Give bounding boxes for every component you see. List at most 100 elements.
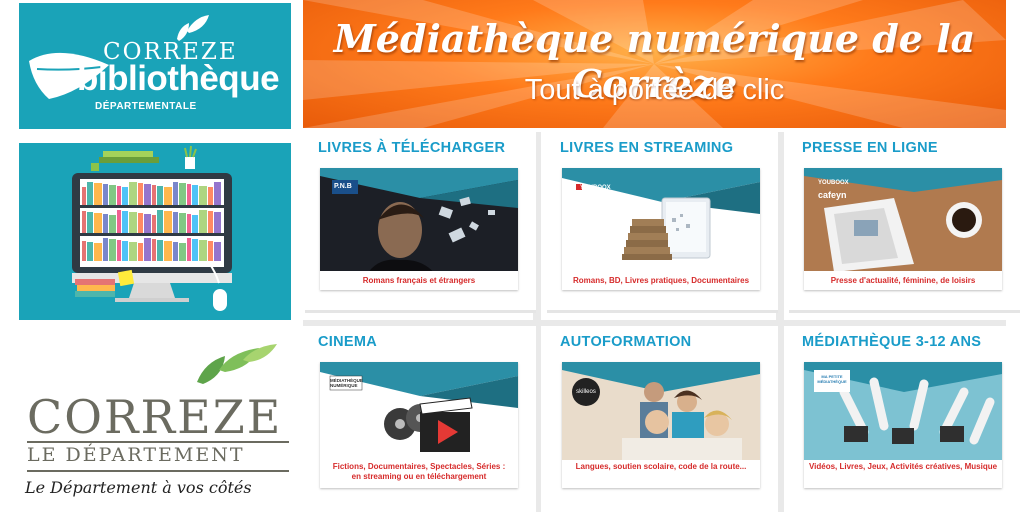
book-spine	[122, 187, 128, 205]
tile-image-cinema[interactable]: MÉDIATHÈQUE NUMÉRIQUE Fictions, Document…	[320, 362, 518, 488]
mediatheque-numerique-badge: MÉDIATHÈQUE NUMÉRIQUE	[330, 378, 363, 388]
bibliotheque-logo[interactable]: CORREZE bibliothèque DÉPARTEMENTALE	[19, 3, 291, 129]
logo-divider	[27, 441, 289, 443]
tile-cinema[interactable]: CINEMA MÉDIATHÈQUE NUMÉRIQUE Fictions, D…	[305, 326, 536, 512]
book-spine	[157, 210, 163, 233]
tile-heading: AUTOFORMATION	[560, 334, 692, 350]
tile-mediatheque-3-12-ans[interactable]: MÉDIATHÈQUE 3-12 ANS MA PETITE MÉDIATHÈQ…	[789, 326, 1020, 512]
computer-bookshelf-icon	[72, 145, 232, 311]
book-spine	[187, 238, 191, 261]
book-spine	[164, 211, 172, 233]
book-spine	[103, 238, 108, 261]
book-spine	[109, 239, 116, 261]
correze-name: CORREZE	[27, 390, 283, 444]
book-spine	[152, 185, 156, 205]
book-spine	[103, 184, 108, 205]
book-spine	[192, 185, 198, 205]
book-spine	[138, 243, 143, 261]
book-spine	[82, 241, 86, 261]
book-spine	[129, 242, 137, 261]
book-spine	[173, 182, 178, 205]
book-spine	[87, 212, 93, 233]
book-spine	[192, 215, 198, 233]
logo-divider-bottom	[27, 470, 289, 472]
mediatheque-banner[interactable]: Médiathèque numérique de la Corrèze Tout…	[303, 0, 1006, 128]
book-spine	[87, 242, 93, 261]
book-spine	[157, 186, 163, 205]
tile-presse-en-ligne[interactable]: PRESSE EN LIGNE YOUBOOX cafeyn Presse d'…	[789, 132, 1020, 313]
book-spine	[187, 184, 191, 205]
tile-caption-line2: en streaming ou en téléchargement	[351, 472, 487, 481]
tile-livres-en-streaming[interactable]: LIVRES EN STREAMING YOUBOOX Romans, BD, …	[547, 132, 778, 313]
book-spine	[157, 240, 163, 261]
newspaper-coffee-image	[804, 168, 1002, 290]
tile-caption: Fictions, Documentaires, Spectacles, Sér…	[332, 462, 506, 471]
book-spine	[187, 214, 191, 233]
book-spine	[138, 183, 143, 205]
le-departement-text: LE DÉPARTEMENT	[27, 444, 245, 466]
book-spine	[109, 185, 116, 205]
tile-heading: LIVRES À TÉLÉCHARGER	[318, 140, 506, 156]
book-spine	[192, 239, 198, 261]
book-spine	[144, 214, 151, 233]
book-spine	[208, 211, 213, 233]
skilleos-badge: skilleos	[576, 389, 596, 395]
book-spine	[82, 187, 86, 205]
tile-caption: Romans français et étrangers	[362, 276, 476, 285]
book-spine	[94, 183, 102, 205]
book-spine	[122, 241, 128, 261]
book-spine	[179, 213, 186, 233]
tile-image-livres-a-telecharger[interactable]: P.N.B Romans français et étrangers	[320, 168, 518, 290]
book-spine	[199, 240, 207, 261]
youboox-badge: YOUBOOX	[818, 180, 849, 186]
book-spine	[117, 240, 121, 261]
tile-livres-a-telecharger[interactable]: LIVRES À TÉLÉCHARGER P.N.B Romans frança…	[305, 132, 536, 313]
tile-caption: Presse d'actualité, féminine, de loisirs	[830, 276, 976, 285]
book-spine	[199, 186, 207, 205]
book-spine	[164, 187, 172, 205]
logo-line-bibliotheque: bibliothèque	[77, 59, 280, 98]
correze-departement-logo[interactable]: CORREZE LE DÉPARTEMENT Le Département à …	[19, 340, 291, 510]
book-spine	[109, 215, 116, 233]
tile-heading: MÉDIATHÈQUE 3-12 ANS	[802, 334, 982, 350]
book-spine	[173, 242, 178, 261]
tile-image-mediatheque-3-12-ans[interactable]: MA PETITE MÉDIATHÈQUE Vidéos, Livres, Je…	[804, 362, 1002, 488]
book-spine	[94, 213, 102, 233]
book-spine	[173, 212, 178, 233]
tile-image-autoformation[interactable]: skilleos Langues, soutien scolaire, code…	[562, 362, 760, 488]
book-spine	[179, 183, 186, 205]
tile-caption: Langues, soutien scolaire, code de la ro…	[575, 462, 747, 471]
logo-line-departementale: DÉPARTEMENTALE	[95, 101, 197, 112]
book-spine	[164, 241, 172, 261]
book-spine	[87, 182, 93, 205]
book-spine	[214, 242, 221, 261]
youboox-badge: YOUBOOX	[580, 185, 611, 191]
tile-heading: PRESSE EN LIGNE	[802, 140, 938, 156]
tile-caption: Vidéos, Livres, Jeux, Activités créative…	[808, 462, 998, 471]
book-spine	[82, 211, 86, 233]
tile-heading: CINEMA	[318, 334, 377, 350]
book-spine	[138, 213, 143, 233]
banner-subtitle: Tout à portée de clic	[524, 74, 785, 106]
book-spine	[208, 187, 213, 205]
book-spine	[94, 243, 102, 261]
book-spine	[214, 212, 221, 233]
book-spine	[199, 210, 207, 233]
book-spine	[152, 215, 156, 233]
book-spine	[179, 243, 186, 261]
slogan-text: Le Département à vos côtés	[25, 478, 252, 497]
cafeyn-badge: cafeyn	[818, 190, 847, 200]
book-spine	[122, 211, 128, 233]
tile-heading: LIVRES EN STREAMING	[560, 140, 734, 156]
tile-image-livres-en-streaming[interactable]: YOUBOOX Romans, BD, Livres pratiques, Do…	[562, 168, 760, 290]
book-spine	[144, 238, 151, 261]
book-spine	[208, 241, 213, 261]
book-spine	[214, 182, 221, 205]
book-spine	[152, 239, 156, 261]
book-spine	[144, 184, 151, 205]
tile-image-presse-en-ligne[interactable]: YOUBOOX cafeyn Presse d'actualité, fémin…	[804, 168, 1002, 290]
book-spine	[129, 182, 137, 205]
tile-autoformation[interactable]: AUTOFORMATION skilleos Langues, soutien …	[547, 326, 778, 512]
book-spine	[103, 214, 108, 233]
book-spine	[117, 210, 121, 233]
